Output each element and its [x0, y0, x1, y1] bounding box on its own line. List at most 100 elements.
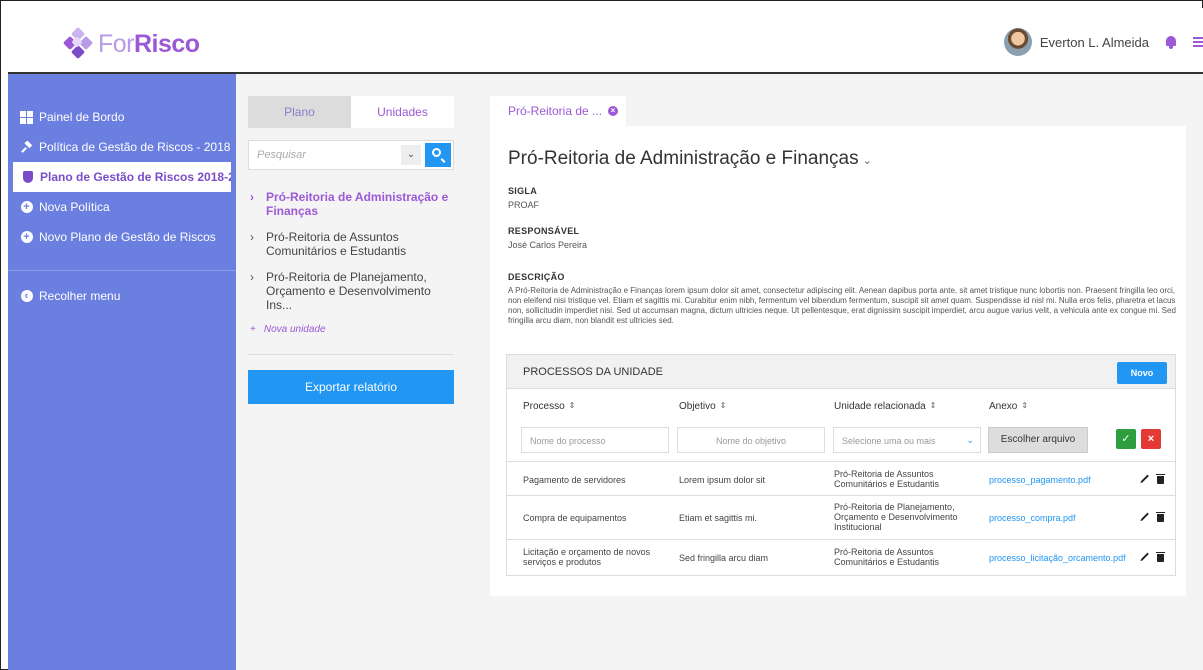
panel-divider: [248, 354, 454, 355]
objective-cell: Lorem ipsum dolor sit: [679, 475, 766, 485]
table-row[interactable]: Pagamento de servidores Lorem ipsum dolo…: [507, 461, 1175, 495]
choose-file-button[interactable]: Escolher arquivo: [988, 427, 1088, 453]
process-name-input[interactable]: Nome do processo: [521, 427, 669, 453]
avatar[interactable]: [1003, 28, 1032, 56]
search-box: ⌄: [248, 140, 454, 170]
unit-label: Pró-Reitoria de Assuntos Comunitários e …: [266, 230, 407, 258]
sidebar-item-label: Novo Plano de Gestão de Riscos: [39, 230, 216, 244]
page-title-text: Pró-Reitoria de Administração e Finanças: [508, 148, 859, 169]
open-tab-label: Pró-Reitoria de ...: [508, 104, 603, 118]
sidebar-collapse-label: Recolher menu: [39, 289, 121, 303]
pencil-icon[interactable]: [1141, 552, 1149, 561]
sidebar-item-label: Painel de Bordo: [39, 110, 125, 124]
gavel-icon: [20, 140, 33, 154]
sidebar-item-novo-plano[interactable]: + Novo Plano de Gestão de Riscos: [8, 222, 236, 252]
chevron-down-icon[interactable]: ⌄: [401, 145, 421, 165]
new-unit-label: Nova unidade: [263, 324, 326, 335]
unit-cell: Pró-Reitoria de Planejamento, Orçamento …: [834, 502, 958, 532]
responsavel-value: José Carlos Pereira: [508, 240, 588, 250]
column-header-objetivo[interactable]: Objetivo ⇕: [679, 401, 726, 412]
search-button[interactable]: [425, 143, 451, 167]
table-row[interactable]: Licitação e orçamento de novos serviços …: [507, 539, 1175, 575]
unit-label: Pró-Reitoria de Administração e Finanças: [266, 190, 449, 218]
column-header-unidade[interactable]: Unidade relacionada ⇕: [834, 401, 936, 412]
processes-title: PROCESSOS DA UNIDADE: [523, 366, 663, 378]
trash-icon[interactable]: [1156, 474, 1165, 484]
trash-icon[interactable]: [1156, 512, 1165, 522]
processes-header: PROCESSOS DA UNIDADE Novo: [507, 355, 1175, 389]
unit-cell: Pró-Reitoria de Assuntos Comunitários e …: [834, 469, 940, 489]
sidebar-item-painel[interactable]: Painel de Bordo: [8, 102, 236, 132]
units-panel: Plano Unidades ⌄ › Pró-Reitoria de Admin…: [236, 74, 466, 670]
unit-item[interactable]: › Pró-Reitoria de Planejamento, Orçament…: [250, 270, 452, 312]
sort-icon: ⇕: [719, 401, 727, 410]
sidebar-item-plano[interactable]: Plano de Gestão de Riscos 2018-2...: [13, 162, 231, 192]
chevron-right-icon: ›: [250, 230, 254, 244]
bell-icon[interactable]: [1163, 34, 1179, 50]
file-link[interactable]: processo_pagamento.pdf: [989, 475, 1091, 485]
sort-icon: ⇕: [929, 401, 937, 410]
trash-icon[interactable]: [1156, 552, 1165, 562]
unit-item[interactable]: › Pró-Reitoria de Assuntos Comunitários …: [250, 230, 452, 258]
user-name[interactable]: Everton L. Almeida: [1040, 35, 1149, 50]
column-header-label: Anexo: [989, 401, 1018, 412]
unit-detail-card: Pró-Reitoria de Administração e Finanças…: [490, 126, 1186, 596]
sidebar-item-label: Nova Política: [39, 200, 110, 214]
file-link[interactable]: processo_compra.pdf: [989, 513, 1076, 523]
table-row[interactable]: Compra de equipamentos Etiam et sagittis…: [507, 495, 1175, 539]
process-cell: Licitação e orçamento de novos serviços …: [523, 547, 651, 567]
descricao-label: DESCRIÇÃO: [508, 272, 565, 282]
sigla-label: SIGLA: [508, 186, 538, 196]
chevron-right-icon: ›: [250, 270, 254, 284]
file-link[interactable]: processo_licitação_orcamento.pdf: [989, 553, 1126, 563]
page-title[interactable]: Pró-Reitoria de Administração e Finanças…: [508, 148, 872, 170]
processes-section: PROCESSOS DA UNIDADE Novo Processo ⇕ Obje…: [506, 354, 1176, 576]
new-unit-link[interactable]: + Nova unidade: [250, 324, 452, 335]
related-unit-select[interactable]: Selecione uma ou mais ⌄: [833, 427, 981, 453]
arrow-left-circle-icon: ‹: [20, 290, 33, 303]
unit-cell: Pró-Reitoria de Assuntos Comunitários e …: [834, 547, 940, 567]
column-header-label: Unidade relacionada: [834, 401, 926, 412]
cancel-button[interactable]: ×: [1141, 429, 1161, 449]
shield-icon: [21, 171, 34, 184]
app-name-part2: Risco: [134, 29, 200, 58]
tab-plano[interactable]: Plano: [248, 96, 351, 128]
descricao-value: A Pró-Reitoria de Administração e Finanç…: [508, 286, 1176, 325]
app-logo[interactable]: ForRisco: [62, 26, 200, 60]
column-header-processo[interactable]: Processo ⇕: [523, 401, 575, 412]
chevron-right-icon: ›: [250, 190, 254, 204]
sort-icon: ⇕: [1021, 401, 1029, 410]
column-header-label: Objetivo: [679, 401, 716, 412]
chevron-down-icon: ⌄: [966, 435, 974, 445]
related-unit-placeholder: Selecione uma ou mais: [842, 436, 936, 446]
unit-label: Pró-Reitoria de Planejamento, Orçamento …: [266, 270, 431, 312]
objective-cell: Etiam et sagittis mi.: [679, 513, 758, 523]
pencil-icon[interactable]: [1141, 512, 1149, 521]
column-header-anexo[interactable]: Anexo ⇕: [989, 401, 1028, 412]
confirm-button[interactable]: ✓: [1116, 429, 1136, 449]
objective-input[interactable]: Nome do objetivo: [677, 427, 825, 453]
sidebar-collapse[interactable]: ‹ Recolher menu: [8, 281, 236, 311]
unit-item[interactable]: › Pró-Reitoria de Administração e Finanç…: [250, 190, 452, 218]
pencil-icon[interactable]: [1141, 474, 1149, 483]
tab-unidades[interactable]: Unidades: [351, 96, 454, 128]
sidebar-item-politica[interactable]: Política de Gestão de Riscos - 2018: [8, 132, 236, 162]
close-icon: ×: [1147, 433, 1155, 445]
new-process-button[interactable]: Novo: [1117, 362, 1167, 384]
hamburger-icon[interactable]: [1193, 36, 1203, 48]
search-icon: [432, 148, 441, 157]
chevron-down-icon[interactable]: ⌄: [863, 155, 872, 167]
search-input[interactable]: [257, 149, 397, 161]
sidebar-item-nova-politica[interactable]: + Nova Política: [8, 192, 236, 222]
process-cell: Compra de equipamentos: [523, 513, 627, 523]
unit-list: › Pró-Reitoria de Administração e Finanç…: [250, 190, 452, 335]
open-tab[interactable]: Pró-Reitoria de ... ×: [490, 96, 626, 126]
panel-tabs: Plano Unidades: [248, 96, 454, 128]
export-report-button[interactable]: Exportar relatório: [248, 370, 454, 404]
close-icon[interactable]: ×: [608, 106, 618, 116]
responsavel-label: RESPONSÁVEL: [508, 226, 580, 236]
objective-cell: Sed fringilla arcu diam: [679, 553, 769, 563]
plus-circle-icon: +: [20, 231, 33, 244]
user-area: Everton L. Almeida: [1003, 28, 1203, 56]
column-header-label: Processo: [523, 401, 565, 412]
